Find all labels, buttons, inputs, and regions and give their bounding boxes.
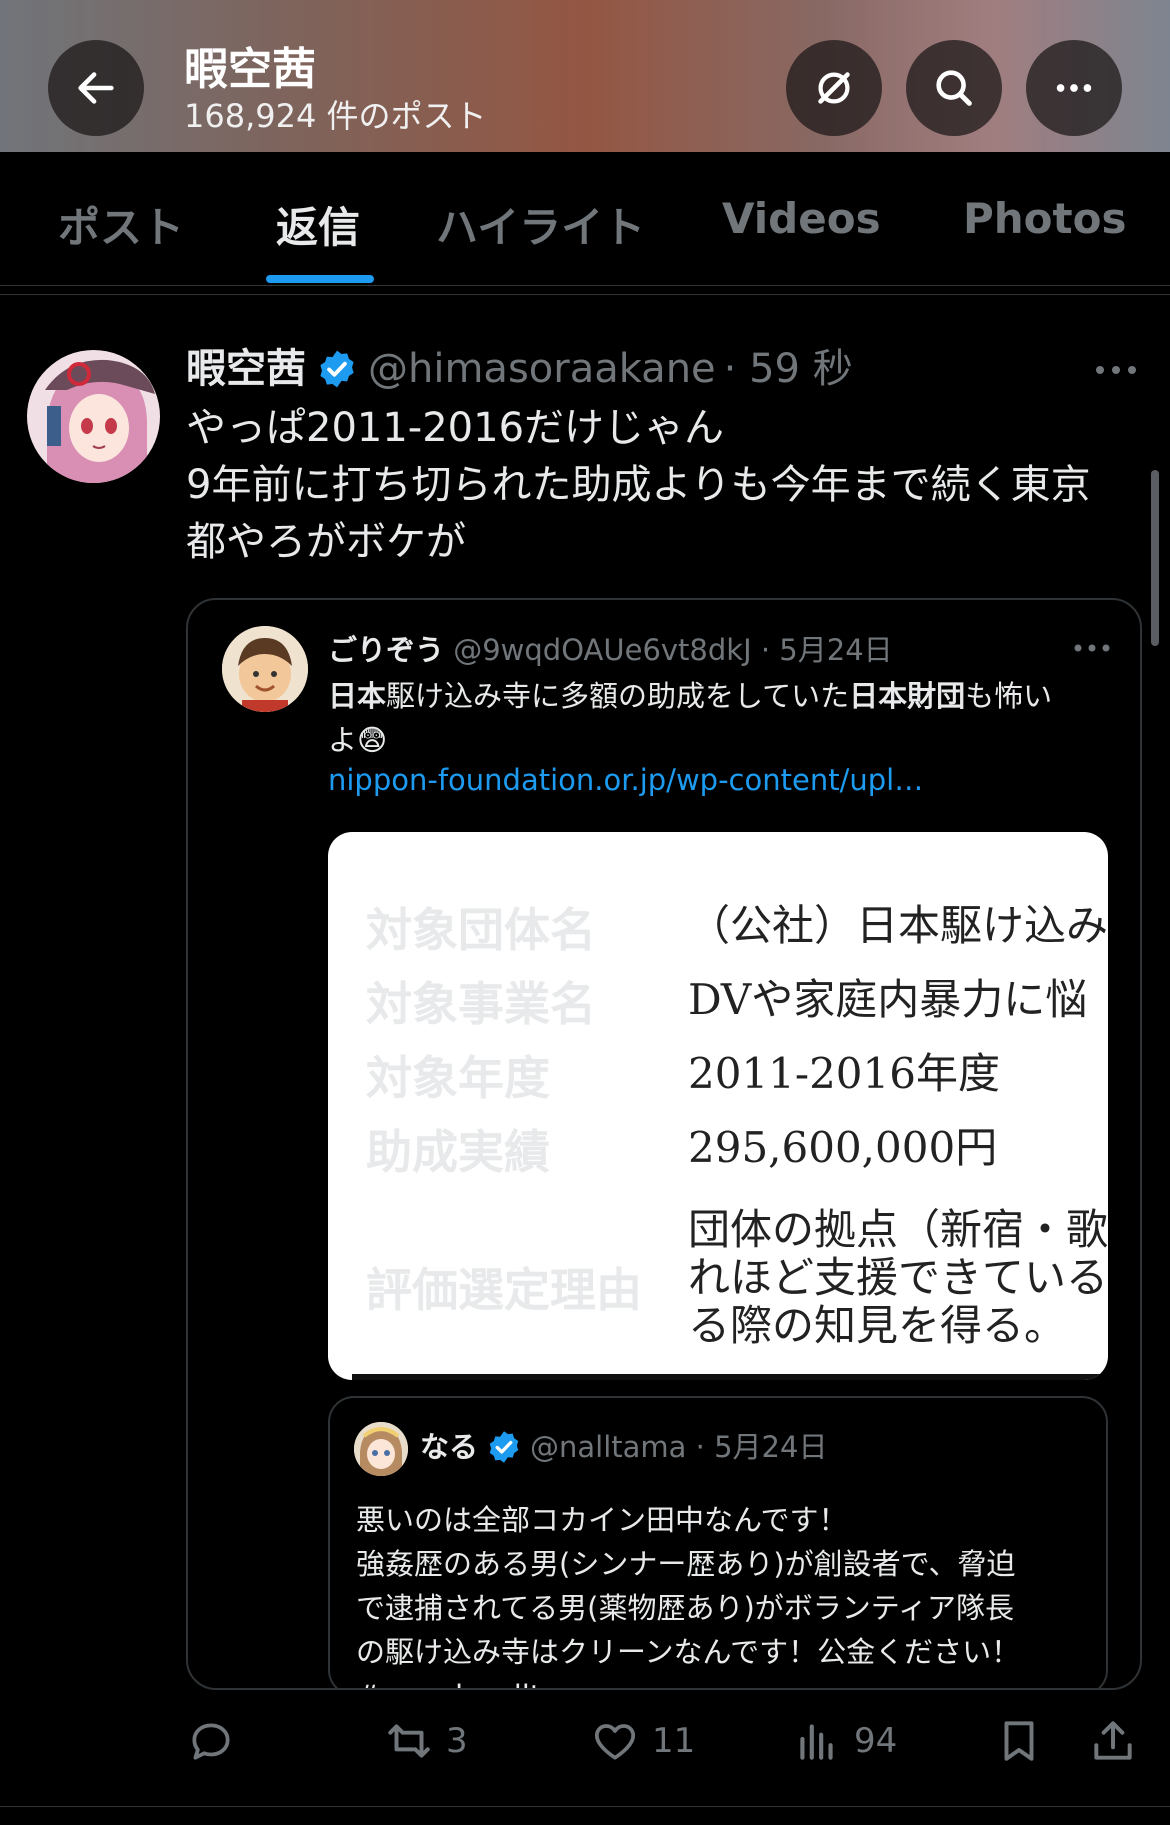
bookmark-icon	[1004, 1721, 1034, 1761]
bookmark-button[interactable]	[994, 1716, 1044, 1766]
doc-label: 対象年度	[366, 1051, 550, 1105]
verified-badge-icon	[320, 350, 354, 388]
tweet-more-button[interactable]	[1092, 350, 1140, 390]
repost-button[interactable]: 3	[384, 1716, 468, 1766]
tweet-header: 暇空茜 @himasoraakane · 59 秒	[186, 342, 853, 396]
doc-label: 助成実績	[366, 1125, 550, 1179]
tab-replies[interactable]: 返信	[276, 194, 360, 255]
doc-value: （公社）日本駆け込み	[688, 901, 1108, 950]
quoted-author-name[interactable]: ごりぞう	[328, 633, 444, 667]
doc-label: 対象事業名	[366, 977, 596, 1031]
search-button[interactable]	[906, 40, 1002, 136]
quoted-text-segment: よ😨	[328, 723, 388, 757]
nested-text-line: で逮捕されてる男(薬物歴あり)がボランティア隊長	[356, 1591, 1015, 1625]
tweet-author-name[interactable]: 暇空茜	[186, 342, 306, 396]
ellipsis-icon	[1074, 644, 1110, 652]
tweet-author-handle[interactable]: @himasoraakane	[368, 342, 716, 396]
profile-name: 暇空茜	[184, 44, 316, 95]
tab-photos[interactable]: Photos	[963, 194, 1126, 243]
header-title: 暇空茜 168,924 件のポスト	[184, 44, 487, 136]
divider	[0, 294, 1170, 295]
quoted-more-button[interactable]	[1072, 638, 1112, 658]
document-image[interactable]: 対象団体名 （公社）日本駆け込み 対象事業名 DVや家庭内暴力に悩 対象年度 2…	[328, 832, 1108, 1380]
profile-header: 暇空茜 168,924 件のポスト	[0, 0, 1170, 152]
tab-posts[interactable]: ポスト	[58, 194, 184, 255]
nested-hashtag[interactable]: #mond_nalltama	[356, 1674, 1096, 1688]
tweet-actions: 3 11 94	[0, 1716, 1170, 1772]
doc-value: 団体の拠点（新宿・歌舞 れほど支援できているの る際の知見を得る。	[688, 1206, 1108, 1350]
doc-value-line: る際の知見を得る。	[688, 1301, 1067, 1350]
nested-text-line: の駆け込み寺はクリーンなんです！公金ください！	[356, 1635, 1021, 1669]
reply-icon	[192, 1723, 230, 1760]
quoted-text-bold: 日本財団	[849, 679, 966, 713]
quoted-link[interactable]: nippon-foundation.or.jp/wp-content/upl…	[328, 760, 923, 800]
nested-quoted-tweet[interactable]: なる @nalltama · 5月24日 悪いのは全部コカイン田中なんです！ 強…	[328, 1396, 1108, 1688]
repost-count: 3	[446, 1721, 468, 1761]
quoted-text-bold: 日本	[328, 679, 387, 713]
reply-button[interactable]	[186, 1716, 248, 1766]
quoted-tweet[interactable]: ごりぞう @9wqdOAUe6vt8dkJ · 5月24日 日本駆け込み寺に多額…	[186, 598, 1142, 1690]
nested-header: なる @nalltama · 5月24日	[420, 1426, 827, 1468]
profile-tabs: ポスト 返信 ハイライト Videos Photos	[0, 152, 1170, 286]
tweet-time[interactable]: · 59 秒	[724, 342, 853, 396]
nested-text: 悪いのは全部コカイン田中なんです！ 強姦歴のある男(シンナー歴あり)が創設者で、…	[356, 1498, 1096, 1688]
ellipsis-icon	[1096, 366, 1136, 374]
ellipsis-icon	[1056, 84, 1092, 92]
verified-badge-icon	[489, 1431, 519, 1463]
quoted-text-segment: も怖い	[965, 679, 1053, 713]
doc-label: 評価選定理由	[366, 1263, 642, 1317]
grok-button[interactable]	[786, 40, 882, 136]
scrollbar[interactable]	[1151, 470, 1159, 646]
tweet-text-line: 9年前に打ち切られた助成よりも今年まで続く東京	[186, 462, 1091, 508]
doc-value: 2011-2016年度	[688, 1049, 1000, 1098]
tweet-text-line: やっぱ2011-2016だけじゃん	[186, 405, 725, 451]
more-options-button[interactable]	[1026, 40, 1122, 136]
like-count: 11	[652, 1721, 696, 1761]
doc-value-line: れほど支援できているの	[688, 1253, 1108, 1302]
quoted-author-handle[interactable]: @9wqdOAUe6vt8dkJ · 5月24日	[453, 633, 892, 667]
tab-highlights[interactable]: ハイライト	[436, 194, 645, 255]
active-tab-indicator	[266, 275, 374, 283]
quoted-text-segment: 駆け込み寺に多額の助成をしていた	[386, 679, 850, 713]
divider	[0, 1806, 1170, 1807]
quoted-author-avatar[interactable]	[222, 626, 308, 712]
analytics-icon	[800, 1724, 833, 1760]
like-button[interactable]: 11	[590, 1716, 695, 1766]
nested-author-avatar[interactable]	[354, 1422, 408, 1476]
doc-border-line	[352, 1374, 1108, 1380]
heart-icon	[594, 1724, 636, 1760]
grok-icon	[818, 72, 850, 104]
repost-icon	[388, 1724, 430, 1758]
tab-videos[interactable]: Videos	[722, 194, 881, 243]
tweet-text: やっぱ2011-2016だけじゃん 9年前に打ち切られた助成よりも今年まで続く東…	[186, 400, 1146, 571]
view-count: 94	[854, 1721, 898, 1761]
share-icon	[1094, 1721, 1132, 1760]
quoted-text: 日本駆け込み寺に多額の助成をしていた日本財団も怖いよ😨	[328, 674, 1128, 762]
views-button[interactable]: 94	[792, 1716, 897, 1766]
share-button[interactable]	[1088, 1716, 1138, 1766]
avatar[interactable]	[27, 350, 160, 483]
doc-label: 対象団体名	[366, 903, 596, 957]
doc-value-line: 団体の拠点（新宿・歌舞	[688, 1205, 1108, 1254]
tweet-text-line: 都やろがボケが	[186, 519, 466, 565]
back-button[interactable]	[48, 40, 144, 136]
nested-author-handle[interactable]: @nalltama · 5月24日	[530, 1426, 827, 1468]
doc-value: DVや家庭内暴力に悩	[688, 975, 1088, 1024]
nested-author-name[interactable]: なる	[420, 1426, 478, 1468]
quoted-header: ごりぞう @9wqdOAUe6vt8dkJ · 5月24日	[328, 630, 893, 670]
post-count: 168,924 件のポスト	[184, 97, 487, 135]
arrow-left-icon	[78, 72, 114, 104]
doc-value: 295,600,000円	[688, 1123, 998, 1172]
search-icon	[936, 70, 972, 106]
nested-text-line: 強姦歴のある男(シンナー歴あり)が創設者で、脅迫	[356, 1547, 1016, 1581]
nested-text-line: 悪いのは全部コカイン田中なんです！	[356, 1503, 848, 1537]
